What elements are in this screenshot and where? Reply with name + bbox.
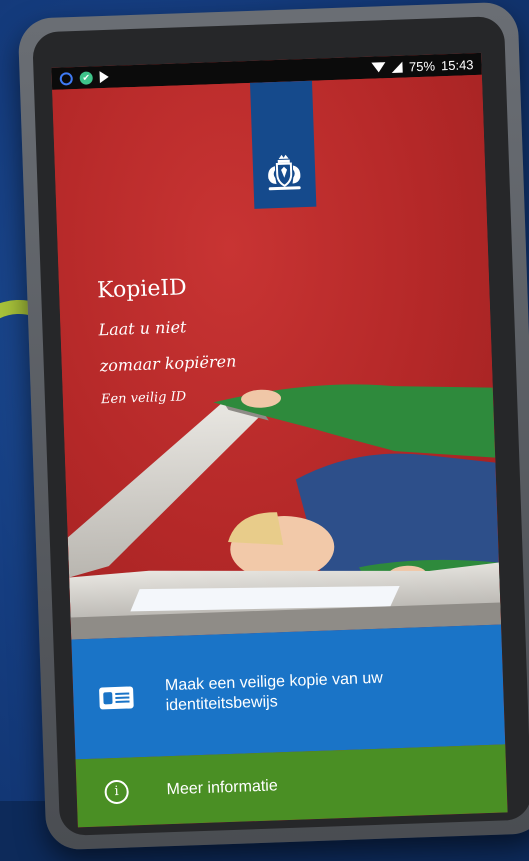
more-information-label: Meer informatie (166, 777, 279, 799)
make-secure-copy-button[interactable]: Maak een veilige kopie van uw identiteit… (71, 624, 506, 760)
signal-icon (391, 61, 404, 73)
app-title: KopieID (96, 275, 188, 304)
splash-hero: KopieID Laat u niet zomaar kopiëren Een … (52, 74, 502, 640)
id-card-icon (99, 686, 134, 710)
coat-of-arms-icon (268, 154, 301, 191)
phone-bezel: ✔ 75% 15:43 KopieID Laat u niet zomaar k… (32, 16, 529, 836)
info-icon: i (104, 779, 130, 805)
battery-level: 75% (408, 57, 436, 74)
more-information-button[interactable]: i Meer informatie (75, 744, 508, 828)
government-ribbon (250, 80, 317, 209)
photocopier-illustration (67, 384, 502, 640)
wifi-icon (371, 62, 387, 73)
app-screen: ✔ 75% 15:43 KopieID Laat u niet zomaar k… (51, 52, 508, 828)
clock: 15:43 (440, 56, 474, 73)
play-store-icon (99, 70, 109, 84)
phone-frame: ✔ 75% 15:43 KopieID Laat u niet zomaar k… (17, 1, 529, 851)
tagline-line-1: Laat u niet (98, 317, 187, 340)
checkmark-icon: ✔ (79, 70, 93, 85)
sync-icon (59, 71, 73, 86)
make-secure-copy-label: Maak een veilige kopie van uw identiteit… (164, 669, 384, 715)
